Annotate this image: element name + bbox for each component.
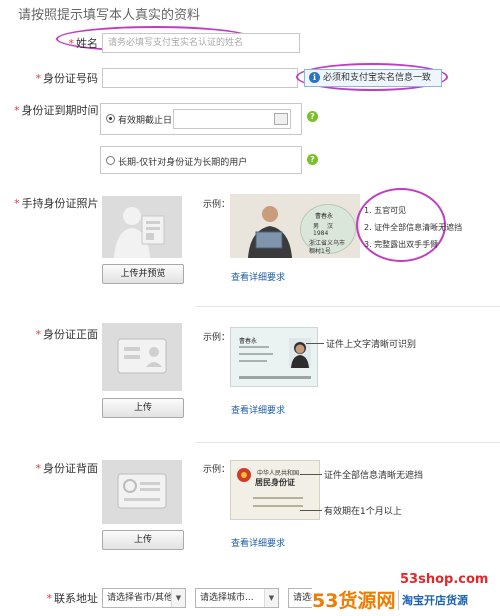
province-select[interactable]: 请选择省市/其他 ▼ [102, 588, 186, 608]
id-back-callout-1: 证件全部信息清晰无遮挡 [324, 471, 424, 481]
id-expiry-label-wrap: * 身份证到期时间 [14, 102, 99, 118]
required-star: * [68, 37, 75, 50]
id-front-placeholder-image [102, 323, 182, 391]
id-back-card-line [253, 497, 303, 499]
id-back-callout-line-1 [300, 474, 322, 475]
city-select[interactable]: 请选择城市... ▼ [195, 588, 279, 608]
id-front-label: 身份证正面 [43, 328, 98, 341]
id-expiry-label: 身份证到期时间 [21, 104, 99, 117]
required-star: * [35, 72, 42, 85]
id-front-details-link[interactable]: 查看详细要求 [231, 403, 285, 416]
id-front-callout-line [306, 343, 324, 344]
page-title: 请按照提示填写本人真实的资料 [18, 8, 201, 23]
required-star: * [35, 462, 42, 475]
id-front-card-name: 曹春永 [239, 338, 258, 345]
address-label: 联系地址 [54, 592, 98, 605]
upload-preview-button[interactable]: 上传并预览 [102, 264, 184, 284]
id-back-callout-line-2 [300, 510, 322, 511]
required-star: * [14, 104, 20, 117]
question-icon[interactable]: ? [307, 111, 318, 122]
required-star: * [35, 328, 42, 341]
id-back-details-link[interactable]: 查看详细要求 [231, 536, 285, 549]
upload-back-button[interactable]: 上传 [102, 530, 184, 550]
id-number-label-wrap: * 身份证号码 [20, 70, 99, 86]
province-select-value: 请选择省市/其他 [107, 593, 174, 603]
address-label-wrap: * 联系地址 [30, 590, 99, 606]
id-number-hint: i 必须和支付宝实名信息一致 [304, 69, 442, 87]
chevron-down-icon: ▼ [171, 589, 185, 607]
handheld-card-text-1: 男 [313, 223, 320, 230]
id-front-card-number [239, 376, 311, 379]
requirement-3: 3. 完整露出双手手臂 [364, 240, 439, 249]
radio-icon[interactable] [106, 156, 115, 165]
handheld-requirements: 1. 五官可见 2. 证件全部信息清晰无遮挡 3. 完整露出双手手臂 [364, 202, 462, 253]
handheld-card-text-5: 稠村1号 [309, 248, 331, 255]
id-front-callout: 证件上文字清晰可识别 [326, 340, 417, 350]
radio-icon[interactable] [106, 114, 115, 123]
id-number-hint-text: 必须和支付宝实名信息一致 [323, 73, 432, 83]
expiry-option-box: 有效期截止日 [100, 103, 302, 135]
id-back-example-label: 示例： [203, 465, 231, 475]
id-back-label: 身份证背面 [43, 462, 98, 475]
info-icon: i [309, 72, 320, 83]
handheld-label-wrap: * 手持身份证照片 [14, 195, 99, 211]
id-card-front-icon [117, 338, 167, 374]
watermark-slogan: 淘宝开店货源 [402, 594, 468, 607]
expiry-date-input[interactable] [173, 109, 291, 129]
handheld-placeholder-image [102, 196, 182, 258]
name-input-placeholder: 请务必填写支付宝实名认证的姓名 [108, 38, 244, 48]
handheld-card-text-0: 曹春永 [315, 213, 334, 220]
handheld-example-photo: 曹春永 男 汉 1984 浙江省义乌市 稠村1号 [230, 194, 360, 258]
id-front-card-line [239, 346, 269, 348]
id-card-back-icon [117, 473, 167, 509]
id-back-card-line [253, 505, 303, 507]
requirement-2: 2. 证件全部信息清晰无遮挡 [364, 223, 463, 232]
id-front-card-line [239, 353, 273, 355]
id-front-label-wrap: * 身份证正面 [30, 326, 99, 342]
id-number-label: 身份证号码 [43, 72, 98, 85]
handheld-label: 手持身份证照片 [21, 197, 99, 210]
name-input[interactable]: 请务必填写支付宝实名认证的姓名 [102, 33, 300, 53]
watermark-site: 53shop.com [400, 572, 489, 587]
option-longterm-label: 长期-仅针对身份证为长期的用户 [118, 158, 248, 168]
person-with-card-icon [114, 207, 165, 258]
watermark-brand: 53货源网 [312, 586, 396, 613]
id-front-example-label: 示例： [203, 333, 231, 343]
id-back-placeholder-image [102, 460, 182, 524]
id-back-card-title-1: 中华人民共和国 [257, 470, 300, 477]
handheld-card-zoom: 曹春永 男 汉 1984 浙江省义乌市 稠村1号 [300, 204, 356, 255]
option-expiry-label: 有效期截止日 [118, 116, 173, 126]
name-label-wrap: * 姓名 [62, 35, 99, 51]
section-divider [196, 442, 500, 443]
handheld-card-text-3: 1984 [313, 230, 329, 237]
national-emblem-icon [237, 468, 251, 482]
name-label: 姓名 [76, 37, 98, 50]
section-divider [196, 306, 500, 307]
id-front-example-card: 曹春永 [230, 327, 318, 387]
required-star: * [46, 592, 53, 605]
id-back-card-title-2: 居民身份证 [255, 478, 295, 487]
id-number-input[interactable] [102, 68, 298, 88]
id-back-callout-2: 有效期在1个月以上 [324, 507, 402, 517]
question-icon[interactable]: ? [307, 154, 318, 165]
watermark-divider [398, 590, 399, 610]
calendar-icon[interactable] [274, 113, 288, 125]
id-back-example-card: 中华人民共和国 居民身份证 [230, 460, 320, 520]
id-back-label-wrap: * 身份证背面 [30, 460, 99, 476]
handheld-example-label: 示例： [203, 200, 231, 210]
id-front-card-line [239, 360, 267, 362]
chevron-down-icon: ▼ [264, 589, 278, 607]
required-star: * [14, 197, 20, 210]
requirement-1: 1. 五官可见 [364, 206, 407, 215]
handheld-details-link[interactable]: 查看详细要求 [231, 270, 285, 283]
handheld-card-text-2: 汉 [327, 223, 334, 230]
upload-front-button[interactable]: 上传 [102, 398, 184, 418]
city-select-value: 请选择城市... [200, 593, 254, 603]
longterm-option-box: 长期-仅针对身份证为长期的用户 [100, 146, 302, 174]
